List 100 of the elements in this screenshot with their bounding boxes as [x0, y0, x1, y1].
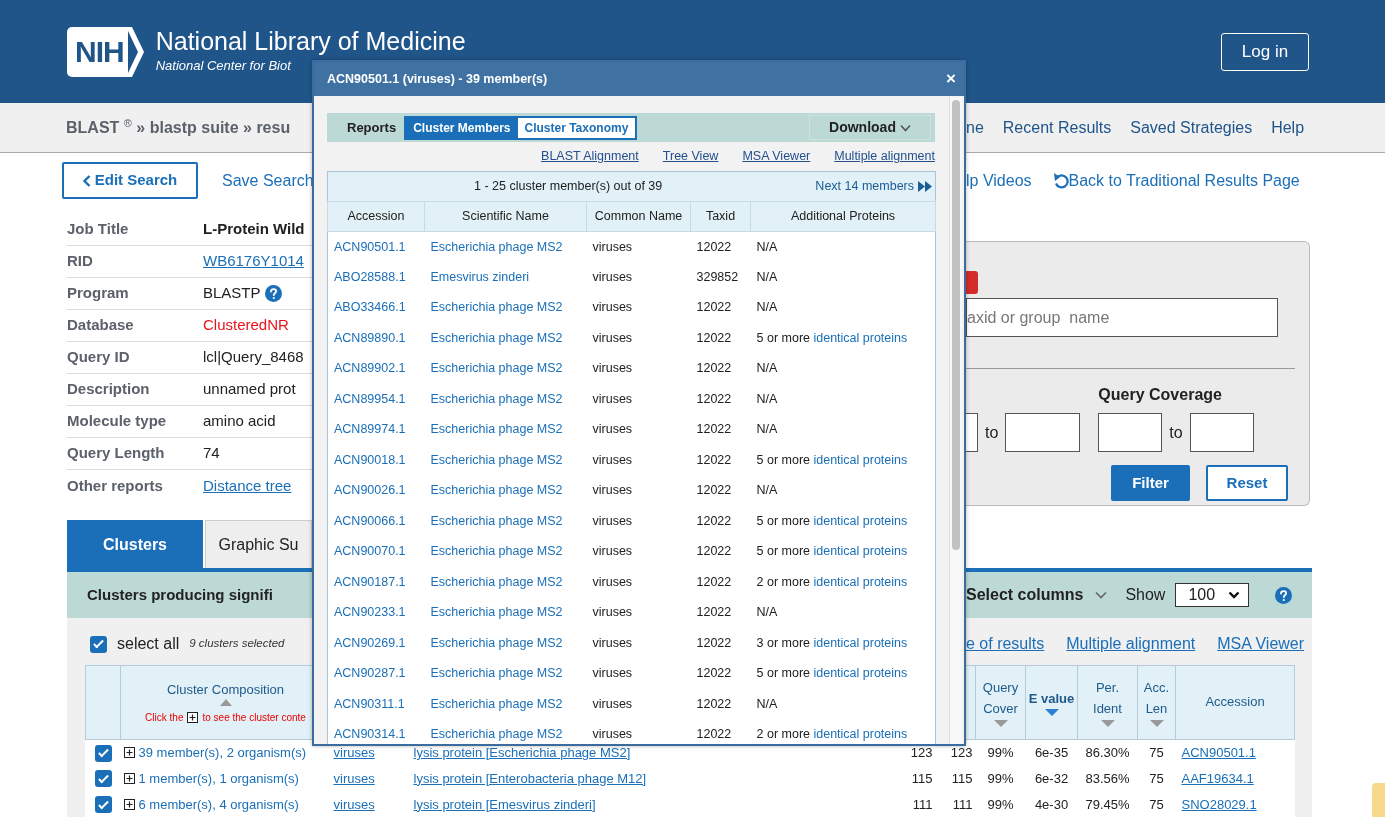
accession-link[interactable]: ACN89890.1: [334, 330, 406, 345]
page-size-select[interactable]: 100: [1175, 583, 1250, 607]
organism-link[interactable]: Escherichia phage MS2: [430, 635, 563, 650]
checkbox[interactable]: [94, 744, 112, 762]
nav-link[interactable]: ne: [966, 115, 984, 140]
field-link[interactable]: WB6176Y1014: [203, 250, 304, 273]
identical-proteins-link[interactable]: identical proteins: [813, 513, 908, 528]
identical-proteins-link[interactable]: identical proteins: [813, 544, 908, 559]
organism-link[interactable]: Escherichia phage MS2: [430, 666, 563, 681]
organism-link[interactable]: Escherichia phage MS2: [430, 300, 563, 315]
nav-link[interactable]: Recent Results: [1002, 115, 1112, 140]
accession-link[interactable]: ACN90026.1: [334, 483, 406, 498]
edit-search-button[interactable]: Edit Search: [62, 162, 198, 199]
accession-link[interactable]: ACN90501.1: [1181, 745, 1256, 760]
report-tab[interactable]: Cluster Members: [406, 117, 518, 138]
report-tab[interactable]: Cluster Taxonomy: [517, 117, 636, 138]
result-link[interactable]: MSA Viewer: [1217, 632, 1305, 656]
plus-box-icon[interactable]: [123, 799, 135, 810]
close-button[interactable]: ×: [946, 66, 956, 92]
accession-link[interactable]: ACN90501.1: [334, 239, 406, 254]
organism-link[interactable]: Escherichia phage MS2: [430, 422, 563, 437]
organism-link[interactable]: Escherichia phage MS2: [430, 239, 563, 254]
checkbox[interactable]: [94, 796, 112, 814]
identical-proteins-link[interactable]: identical proteins: [813, 330, 908, 345]
report-link[interactable]: MSA Viewer: [742, 147, 811, 166]
filter-button[interactable]: Filter: [1111, 465, 1190, 501]
save-search-link[interactable]: Save Search: [222, 168, 314, 193]
nav-link[interactable]: Help: [1271, 115, 1305, 140]
accession-link[interactable]: SNO28029.1: [1181, 796, 1257, 812]
plus-box-icon[interactable]: [123, 747, 135, 759]
organism-link[interactable]: Escherichia phage MS2: [430, 330, 563, 345]
column-header[interactable]: Accession: [1205, 692, 1265, 713]
column-header[interactable]: Cluster Composition: [166, 679, 284, 700]
organism-link[interactable]: Escherichia phage MS2: [430, 727, 563, 742]
accession-link[interactable]: ACN89974.1: [334, 422, 406, 437]
description-link[interactable]: lysis protein [Enterobacteria phage M12]: [413, 770, 647, 786]
field-link[interactable]: Distance tree: [203, 474, 292, 498]
report-link[interactable]: BLAST Alignment: [541, 147, 639, 166]
scrollbar[interactable]: [949, 97, 962, 744]
select-columns-label[interactable]: Select columns: [966, 583, 1084, 607]
report-link[interactable]: Tree View: [662, 147, 719, 166]
cluster-link[interactable]: 1 member(s), 1 organism(s): [138, 768, 299, 789]
login-button[interactable]: Log in: [1221, 32, 1309, 71]
cluster-link[interactable]: 6 member(s), 4 organism(s): [138, 794, 299, 815]
organism-link[interactable]: Escherichia phage MS2: [430, 574, 563, 589]
search-field[interactable]: axid or group name: [966, 298, 1278, 337]
tab[interactable]: Graphic Su: [205, 520, 312, 568]
organism-link[interactable]: Escherichia phage MS2: [430, 391, 563, 406]
organism-link[interactable]: Escherichia phage MS2: [430, 452, 563, 467]
description-link[interactable]: lysis protein [Escherichia phage MS2]: [413, 745, 631, 760]
result-link[interactable]: e of results: [966, 632, 1045, 656]
common-name-link[interactable]: viruses: [333, 796, 375, 812]
identical-proteins-link[interactable]: identical proteins: [813, 452, 908, 467]
organism-link[interactable]: Escherichia phage MS2: [430, 544, 563, 559]
tab[interactable]: Clusters: [67, 520, 203, 568]
organism-link[interactable]: Escherichia phage MS2: [430, 696, 563, 711]
identical-proteins-link[interactable]: identical proteins: [813, 727, 908, 742]
checkbox[interactable]: [90, 635, 107, 653]
organism-link[interactable]: Escherichia phage MS2: [430, 483, 563, 498]
organism-link[interactable]: Escherichia phage MS2: [430, 605, 563, 620]
help-videos-link[interactable]: lp Videos: [966, 168, 1032, 193]
plus-box-icon[interactable]: [123, 773, 135, 784]
reset-button[interactable]: Reset: [1206, 465, 1288, 501]
nav-link[interactable]: Saved Strategies: [1130, 115, 1253, 140]
accession-link[interactable]: ACN90314.1: [334, 727, 406, 742]
result-link[interactable]: Multiple alignment: [1066, 632, 1196, 656]
accession-link[interactable]: ACN90311.1: [334, 696, 405, 711]
accession-link[interactable]: ACN89954.1: [334, 391, 406, 406]
cluster-link[interactable]: 39 member(s), 2 organism(s): [138, 743, 307, 763]
organism-link[interactable]: Escherichia phage MS2: [430, 513, 563, 528]
identical-proteins-link[interactable]: identical proteins: [813, 666, 908, 681]
range-field[interactable]: [966, 413, 978, 452]
next-page-link[interactable]: Next 14 members: [815, 177, 932, 196]
accession-link[interactable]: ABO33466.1: [334, 300, 406, 315]
common-name-link[interactable]: viruses: [333, 745, 375, 760]
accession-link[interactable]: AAF19634.1: [1181, 770, 1254, 786]
range-field[interactable]: [1098, 413, 1163, 452]
identical-proteins-link[interactable]: identical proteins: [813, 574, 908, 589]
accession-link[interactable]: ACN90287.1: [334, 666, 406, 681]
accession-link[interactable]: ACN89902.1: [334, 361, 406, 376]
accession-link[interactable]: ACN90070.1: [334, 544, 406, 559]
accession-link[interactable]: ACN90018.1: [334, 452, 406, 467]
description-link[interactable]: lysis protein [Emesvirus zinderi]: [413, 796, 596, 812]
plus-box-icon[interactable]: [187, 712, 199, 724]
accession-link[interactable]: ACN90187.1: [334, 574, 406, 589]
range-field[interactable]: [1005, 413, 1081, 452]
accession-link[interactable]: ACN90066.1: [334, 513, 406, 528]
organism-link[interactable]: Emesvirus zinderi: [430, 269, 530, 284]
accession-link[interactable]: ABO28588.1: [334, 269, 406, 284]
checkbox[interactable]: [94, 770, 112, 788]
help-icon[interactable]: [264, 285, 282, 302]
accession-link[interactable]: ACN90233.1: [334, 605, 406, 620]
sort-arrow-icon[interactable]: [1044, 709, 1059, 717]
identical-proteins-link[interactable]: identical proteins: [813, 635, 908, 650]
help-icon[interactable]: [1275, 586, 1293, 604]
download-button[interactable]: Download: [809, 115, 931, 140]
back-link[interactable]: Back to Traditional Results Page: [1052, 168, 1300, 193]
accession-link[interactable]: ACN90269.1: [334, 635, 406, 650]
common-name-link[interactable]: viruses: [333, 770, 375, 786]
organism-link[interactable]: Escherichia phage MS2: [430, 361, 563, 376]
